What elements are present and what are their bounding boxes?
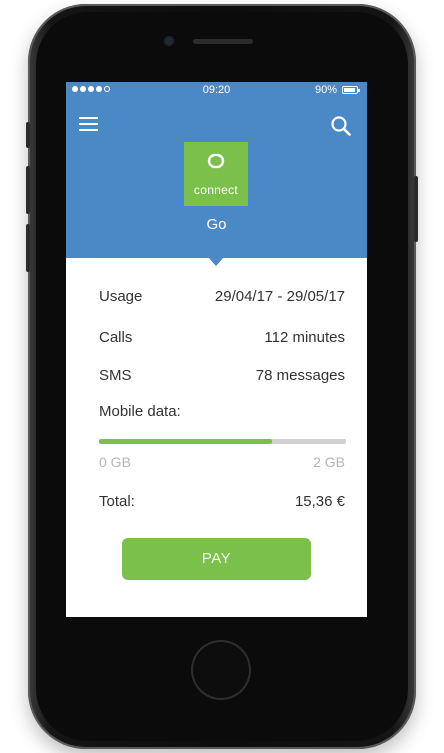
battery-icon: [342, 86, 360, 94]
pay-button[interactable]: PAY: [122, 538, 311, 580]
battery-percentage: 90%: [314, 84, 337, 96]
data-max-label: 2 GB: [313, 454, 345, 470]
calls-row: Calls 112 minutes: [99, 329, 345, 346]
calls-label: Calls: [99, 329, 133, 346]
hamburger-menu-icon[interactable]: [79, 116, 98, 132]
total-value: 15,36 €: [294, 493, 345, 510]
power-button: [414, 176, 418, 242]
sms-row: SMS 78 messages: [99, 367, 345, 384]
logo-text: connect: [193, 183, 239, 197]
brand-logo: connect: [184, 142, 248, 206]
search-icon[interactable]: [329, 114, 353, 138]
sms-value: 78 messages: [255, 367, 345, 384]
front-camera: [164, 36, 174, 46]
link-icon: [207, 153, 225, 169]
volume-down-button: [26, 224, 30, 272]
data-usage-bar: [99, 439, 346, 444]
header-pointer: [209, 258, 223, 266]
usage-value: 29/04/17 - 29/05/17: [214, 288, 345, 305]
usage-row: Usage 29/04/17 - 29/05/17: [99, 288, 345, 305]
total-label: Total:: [99, 493, 135, 510]
home-button[interactable]: [191, 640, 251, 700]
data-usage-fill: [99, 439, 272, 444]
data-min-label: 0 GB: [99, 454, 131, 470]
mute-switch: [26, 122, 30, 148]
mobile-data-row: Mobile data:: [99, 403, 345, 420]
usage-label: Usage: [99, 288, 143, 305]
data-usage-scale: 0 GB 2 GB: [99, 454, 345, 470]
plan-name: Go: [206, 216, 227, 233]
mobile-data-label: Mobile data:: [99, 403, 181, 420]
volume-up-button: [26, 166, 30, 214]
calls-value: 112 minutes: [264, 329, 345, 346]
earpiece-speaker: [193, 39, 253, 44]
total-row: Total: 15,36 €: [99, 493, 345, 510]
header: 09:20 90% connect Go: [66, 82, 367, 258]
app-screen: 09:20 90% connect Go Usage 29/04/17 - 29…: [66, 82, 367, 617]
sms-label: SMS: [99, 367, 132, 384]
status-bar: 09:20 90%: [66, 82, 367, 98]
